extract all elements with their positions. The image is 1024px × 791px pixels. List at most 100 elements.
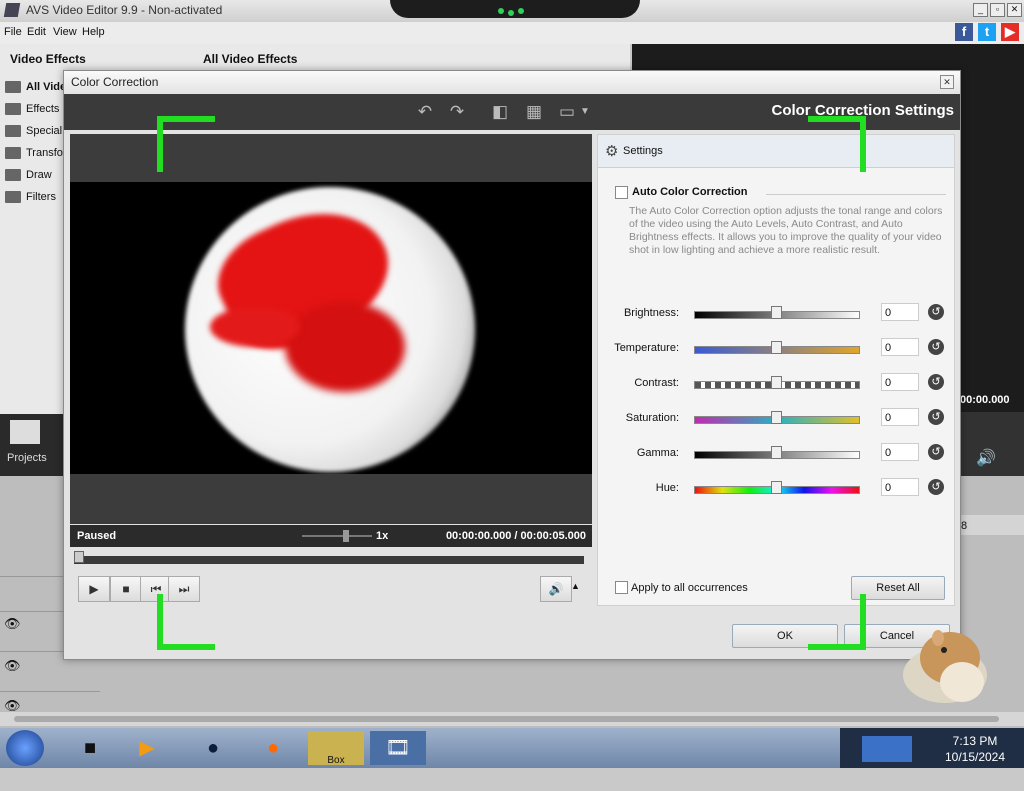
slider-list: Brightness: 0 ↺ Temperature: 0 ↺ Contrast: 0 ↺ Sa… (598, 303, 954, 523)
slider-row: Contrast: 0 ↺ (598, 373, 954, 397)
focus-corner (808, 644, 866, 650)
apply-all-checkbox[interactable] (615, 581, 628, 594)
slider-label: Gamma: (636, 447, 679, 459)
split-view-icon[interactable]: ◧ (489, 102, 511, 122)
timeline-ruler: 8 (958, 515, 1024, 535)
menu-file[interactable]: File (4, 26, 22, 38)
menu-bar: File Edit View Help (0, 22, 1024, 44)
dialog-title: Color Correction (71, 75, 159, 89)
slider-knob[interactable] (771, 341, 782, 354)
maximize-icon[interactable]: ▫ (990, 3, 1005, 17)
reset-icon[interactable]: ↺ (928, 444, 944, 460)
slider-value-input[interactable]: 0 (881, 373, 919, 391)
speed-label: 1x (376, 530, 389, 542)
slider-knob[interactable] (771, 481, 782, 494)
reset-icon[interactable]: ↺ (928, 374, 944, 390)
gear-icon: ⚙ (605, 143, 619, 160)
pane-header-right: All Video Effects (203, 52, 298, 66)
settings-label: Settings (623, 145, 663, 157)
taskbar-app-cube-icon[interactable]: ■ (65, 731, 115, 765)
auto-correction-label: Auto Color Correction (632, 186, 748, 198)
slider-knob[interactable] (771, 446, 782, 459)
preview-timecode: 00:00:00.000 / 00:00:05.000 (445, 530, 586, 542)
volume-dropdown-icon[interactable]: ▲ (571, 581, 580, 591)
monitor-icon[interactable]: ▭ (556, 102, 578, 122)
menu-view[interactable]: View (53, 26, 77, 38)
pane-header-left: Video Effects (10, 52, 86, 66)
slider-label: Contrast: (634, 377, 679, 389)
slider-value-input[interactable]: 0 (881, 443, 919, 461)
taskbar-app-globe-icon[interactable]: ● (188, 731, 238, 765)
slider-knob[interactable] (771, 306, 782, 319)
close-icon[interactable]: ✕ (1007, 3, 1022, 17)
youtube-icon[interactable]: ▶ (1001, 23, 1019, 41)
slider-value-input[interactable]: 0 (881, 408, 919, 426)
tree-item-filters[interactable]: Filters (26, 191, 56, 203)
app-title: AVS Video Editor 9.9 - Non-activated (26, 3, 223, 17)
clock-date: 10/15/2024 (944, 750, 1006, 764)
slider-value-input[interactable]: 0 (881, 338, 919, 356)
speed-slider-knob[interactable] (343, 530, 349, 542)
slider-value-input[interactable]: 0 (881, 303, 919, 321)
auto-correction-description: The Auto Color Correction option adjusts… (629, 205, 943, 256)
speed-slider[interactable] (302, 535, 372, 537)
top-decoration (390, 0, 640, 18)
color-correction-dialog: Color Correction ✕ ↶ ↷ ◧ ▦ ▭ ▼ Color Cor… (63, 70, 961, 660)
reset-icon[interactable]: ↺ (928, 339, 944, 355)
eye-icon[interactable]: 👁 (4, 658, 21, 674)
taskbar-app-media-icon[interactable]: ▶ (122, 731, 172, 765)
slider-label: Brightness: (623, 307, 679, 319)
auto-correction-checkbox[interactable] (615, 186, 628, 199)
grid-icon[interactable]: ▦ (523, 102, 545, 122)
monitor-dropdown-icon[interactable]: ▼ (579, 102, 591, 122)
reset-icon[interactable]: ↺ (928, 304, 944, 320)
tree-item-all[interactable]: All Vide (26, 81, 66, 93)
volume-icon[interactable]: 🔊 (976, 448, 996, 468)
volume-button[interactable]: 🔊 (540, 576, 572, 602)
clock[interactable]: 7:13 PM 10/15/2024 (930, 733, 1020, 765)
menu-edit[interactable]: Edit (27, 26, 46, 38)
slider-knob[interactable] (771, 376, 782, 389)
projects-label: Projects (7, 452, 47, 464)
slider-row: Temperature: 0 ↺ (598, 338, 954, 362)
twitter-icon[interactable]: t (978, 23, 996, 41)
next-frame-button[interactable]: ⏭ (168, 576, 200, 602)
slider-label: Temperature: (614, 342, 679, 354)
taskbar-app-video-editor-icon[interactable]: 🎞 (370, 731, 426, 765)
hamster-sticker-icon (903, 630, 987, 703)
tree-item-special[interactable]: Special (26, 125, 62, 137)
reset-icon[interactable]: ↺ (928, 479, 944, 495)
slider-row: Saturation: 0 ↺ (598, 408, 954, 432)
taskbar-app-box-icon[interactable]: Box (308, 731, 364, 766)
eye-icon[interactable]: 👁 (4, 616, 21, 632)
slider-value-input[interactable]: 0 (881, 478, 919, 496)
menu-help[interactable]: Help (82, 26, 105, 38)
reset-icon[interactable]: ↺ (928, 409, 944, 425)
focus-corner (157, 116, 215, 122)
stop-button[interactable]: ■ (110, 576, 142, 602)
focus-corner (860, 594, 866, 650)
scrollbar-thumb[interactable] (14, 716, 999, 722)
redo-icon[interactable]: ↷ (446, 102, 468, 122)
divider (766, 194, 946, 195)
firefox-icon[interactable]: ● (248, 731, 298, 765)
slider-knob[interactable] (771, 411, 782, 424)
focus-corner (157, 644, 215, 650)
tree-item-effects[interactable]: Effects (26, 103, 59, 115)
settings-header: ⚙ Settings (598, 135, 954, 168)
tree-item-draw[interactable]: Draw (26, 169, 52, 181)
projects-tab[interactable]: Projects (0, 414, 65, 476)
play-button[interactable]: ▶ (78, 576, 110, 602)
tree-item-transform[interactable]: Transfo (26, 147, 63, 159)
app-logo-icon (3, 3, 21, 17)
dialog-toolbar: ↶ ↷ ◧ ▦ ▭ ▼ Color Correction Settings (64, 94, 960, 130)
facebook-icon[interactable]: f (955, 23, 973, 41)
undo-icon[interactable]: ↶ (414, 102, 436, 122)
minimize-icon[interactable]: _ (973, 3, 988, 17)
dialog-close-icon[interactable]: ✕ (940, 75, 954, 89)
seek-knob[interactable] (74, 551, 84, 563)
tray-icons[interactable] (862, 736, 912, 762)
start-button[interactable] (6, 730, 44, 766)
seek-bar[interactable] (74, 556, 584, 564)
dialog-title-bar: Color Correction ✕ (64, 71, 960, 93)
